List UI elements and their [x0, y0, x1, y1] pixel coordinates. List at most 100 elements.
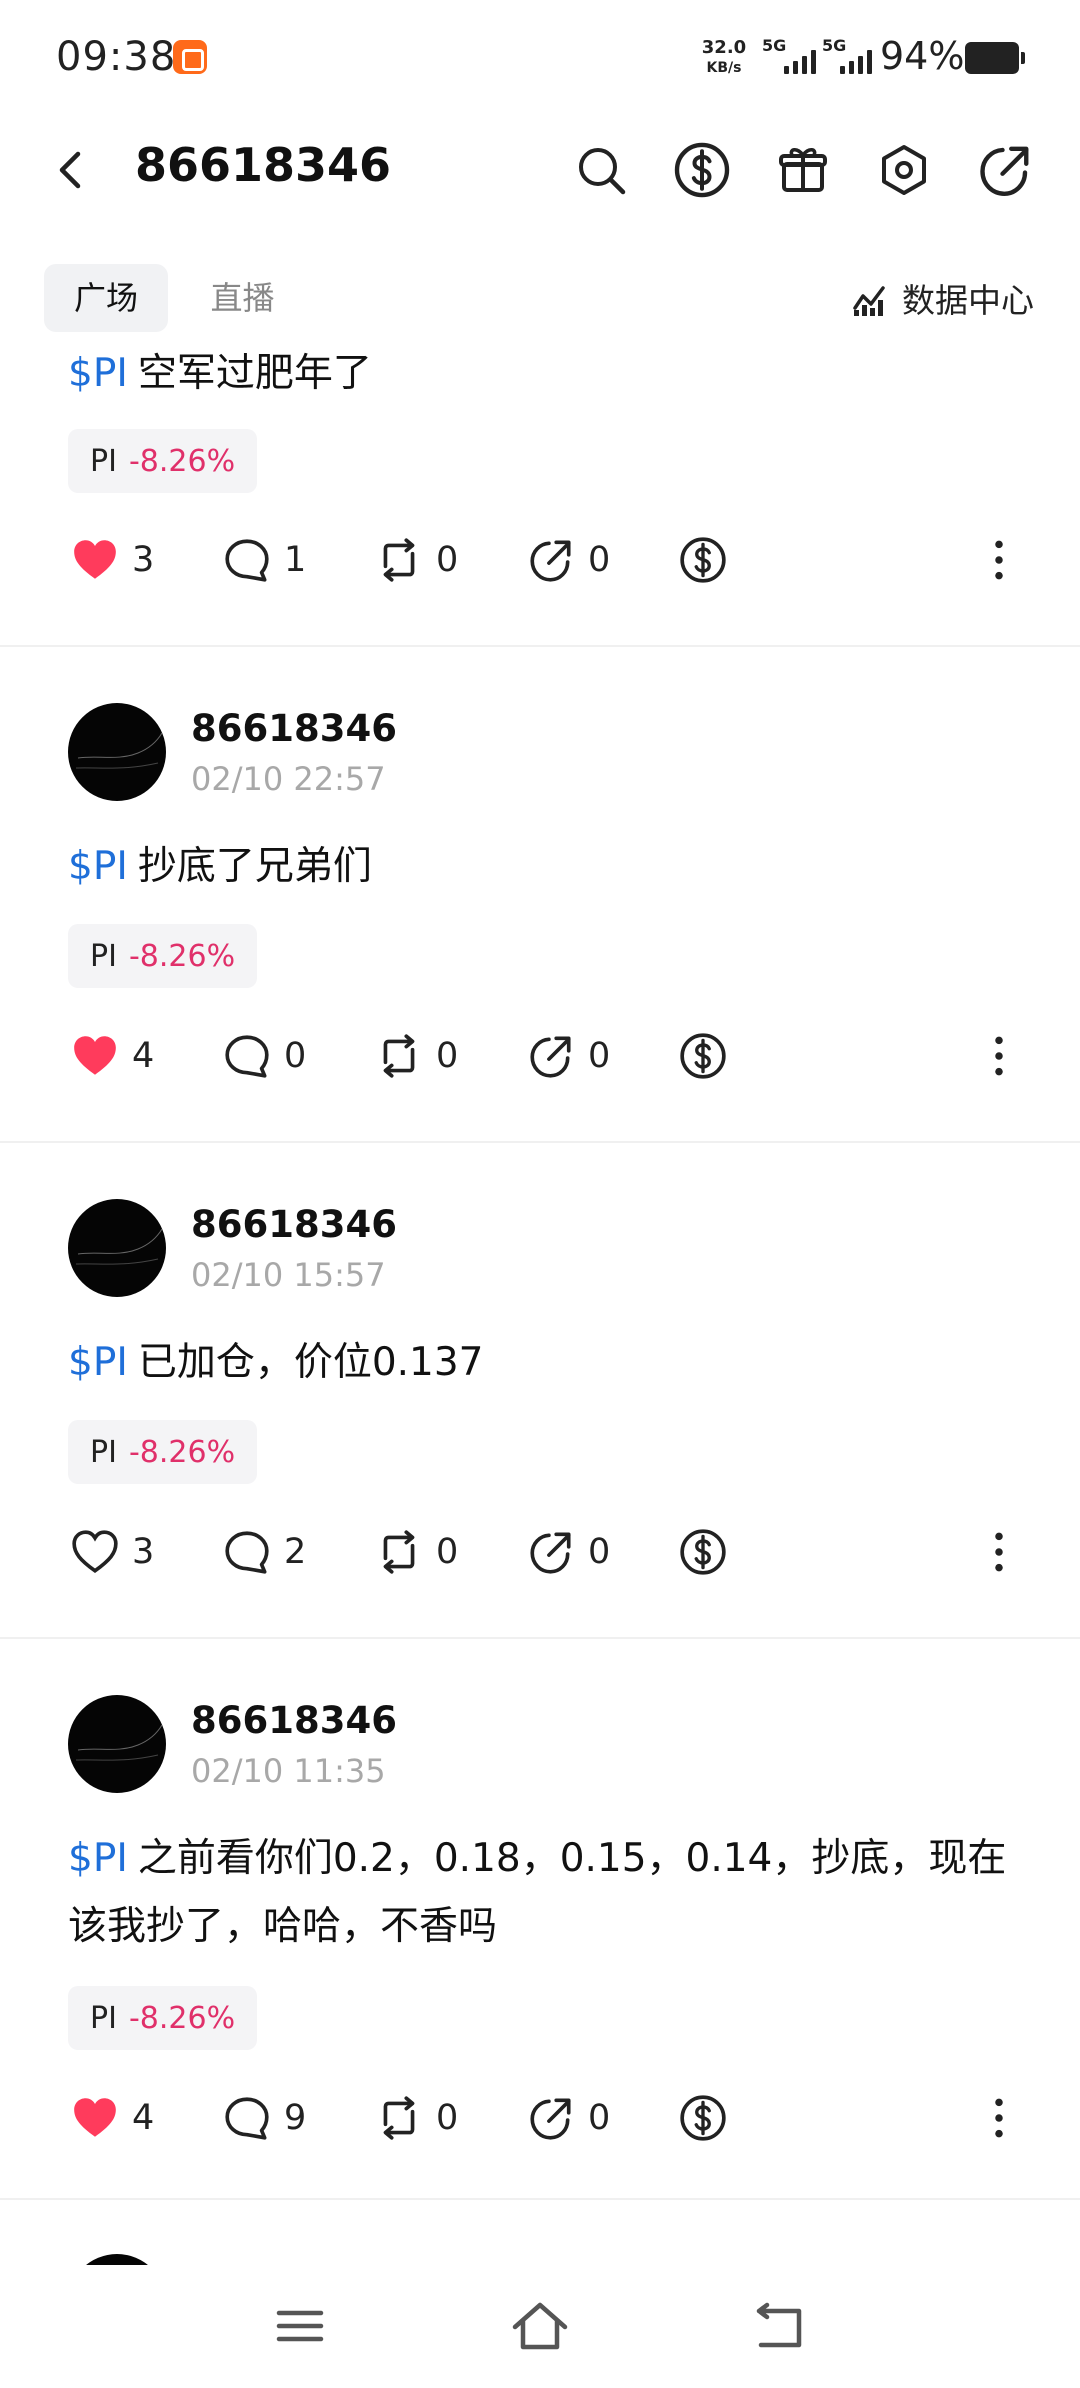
ticker-chip[interactable]: PI -8.26% — [68, 924, 258, 988]
repost-count: 0 — [436, 1532, 459, 1572]
screen: 09:38 32.0 KB/s 5G 5G 94% 86618346 广场 直播… — [0, 0, 1080, 2388]
ticker-chip[interactable]: PI -8.26% — [68, 1420, 258, 1484]
gift-icon[interactable] — [773, 140, 833, 200]
dollar-icon — [678, 535, 728, 585]
signal-2-icon — [840, 48, 872, 74]
post-username[interactable]: 86618346 — [191, 707, 397, 750]
data-center-button[interactable]: 数据中心 — [850, 264, 1034, 332]
avatar[interactable] — [68, 1695, 166, 1793]
more-icon — [974, 1527, 1024, 1577]
like-button[interactable]: 3 — [70, 530, 154, 590]
ticker-link[interactable]: $PI — [68, 1340, 128, 1385]
heart-outline-icon — [70, 1527, 120, 1577]
like-button[interactable]: 4 — [70, 1026, 154, 1086]
network-speed: 32.0 KB/s — [701, 37, 747, 77]
share-icon — [526, 1527, 576, 1577]
like-button[interactable]: 4 — [70, 2088, 154, 2148]
more-button[interactable] — [974, 1026, 1024, 1086]
avatar[interactable] — [68, 1199, 166, 1297]
more-button[interactable] — [974, 1522, 1024, 1582]
dollar-icon[interactable] — [672, 140, 732, 200]
comment-button[interactable]: 9 — [222, 2088, 306, 2148]
post-username[interactable]: 86618346 — [191, 1203, 397, 1246]
dollar-icon — [678, 1527, 728, 1577]
post-actions: 3 2 0 0 — [0, 1522, 1080, 1582]
like-count: 4 — [132, 1036, 155, 1076]
more-icon — [974, 535, 1024, 585]
repost-button[interactable]: 0 — [374, 1522, 458, 1582]
ticker-link[interactable]: $PI — [68, 844, 128, 889]
share-button[interactable]: 0 — [526, 2088, 610, 2148]
post-username[interactable]: 86618346 — [191, 1699, 397, 1742]
tip-button[interactable] — [678, 1522, 728, 1582]
back-icon[interactable] — [44, 140, 104, 200]
comment-count: 1 — [284, 540, 307, 580]
heart-icon — [70, 1031, 120, 1081]
back-nav-icon[interactable] — [745, 2291, 815, 2361]
ticker-chip[interactable]: PI -8.26% — [68, 429, 258, 493]
share-icon[interactable] — [975, 140, 1035, 200]
menu-icon[interactable] — [265, 2291, 335, 2361]
like-count: 4 — [132, 2098, 155, 2138]
app-notification-icon — [173, 40, 207, 74]
comment-button[interactable]: 1 — [222, 530, 306, 590]
tip-button[interactable] — [678, 2088, 728, 2148]
tab-square[interactable]: 广场 — [44, 264, 168, 332]
repost-button[interactable]: 0 — [374, 2088, 458, 2148]
comment-button[interactable]: 2 — [222, 1522, 306, 1582]
search-icon[interactable] — [571, 140, 631, 200]
ticker-chip[interactable]: PI -8.26% — [68, 1986, 258, 2050]
avatar[interactable] — [68, 2254, 166, 2265]
ticker-link[interactable]: $PI — [68, 351, 128, 396]
system-nav-bar — [0, 2265, 1080, 2388]
status-time: 09:38 — [56, 34, 177, 80]
comment-count: 9 — [284, 2098, 307, 2138]
chart-icon — [853, 286, 885, 316]
repost-icon — [374, 1527, 424, 1577]
comment-icon — [222, 1527, 272, 1577]
tab-live[interactable]: 直播 — [190, 264, 295, 332]
post-time: 02/10 15:57 — [191, 1256, 386, 1294]
post-time: 02/10 22:57 — [191, 760, 386, 798]
share-icon — [526, 1031, 576, 1081]
repost-button[interactable]: 0 — [374, 1026, 458, 1086]
share-count: 0 — [588, 540, 611, 580]
comment-button[interactable]: 0 — [222, 1026, 306, 1086]
comment-count: 2 — [284, 1532, 307, 1572]
more-icon — [974, 2093, 1024, 2143]
share-count: 0 — [588, 1532, 611, 1572]
like-button[interactable]: 3 — [70, 1522, 154, 1582]
more-button[interactable] — [974, 530, 1024, 590]
dollar-icon — [678, 2093, 728, 2143]
post-actions: 4 9 0 0 — [0, 2088, 1080, 2148]
page-title: 86618346 — [135, 138, 392, 192]
tip-button[interactable] — [678, 1026, 728, 1086]
more-button[interactable] — [974, 2088, 1024, 2148]
avatar[interactable] — [68, 703, 166, 801]
tab-bar: 广场 直播 数据中心 — [0, 260, 1080, 340]
tip-button[interactable] — [678, 530, 728, 590]
post-actions: 4 0 0 0 — [0, 1026, 1080, 1086]
post-text: $PI 空军过肥年了 — [68, 351, 372, 396]
post-feed[interactable]: $PI 空军过肥年了 PI -8.26% 3 1 0 0 86618346 02… — [0, 340, 1080, 2265]
repost-count: 0 — [436, 2098, 459, 2138]
like-count: 3 — [132, 1532, 155, 1572]
comment-icon — [222, 1031, 272, 1081]
ticker-link[interactable]: $PI — [68, 1836, 128, 1881]
data-center-label: 数据中心 — [902, 281, 1034, 320]
heart-icon — [70, 535, 120, 585]
share-icon — [526, 535, 576, 585]
status-bar: 09:38 32.0 KB/s 5G 5G 94% — [0, 0, 1080, 120]
home-icon[interactable] — [505, 2291, 575, 2361]
repost-count: 0 — [436, 540, 459, 580]
repost-button[interactable]: 0 — [374, 530, 458, 590]
post-divider — [0, 2198, 1080, 2200]
dollar-icon — [678, 1031, 728, 1081]
share-button[interactable]: 0 — [526, 530, 610, 590]
settings-icon[interactable] — [874, 140, 934, 200]
like-count: 3 — [132, 540, 155, 580]
share-button[interactable]: 0 — [526, 1026, 610, 1086]
share-count: 0 — [588, 1036, 611, 1076]
share-button[interactable]: 0 — [526, 1522, 610, 1582]
post-time: 02/10 11:35 — [191, 1752, 386, 1790]
